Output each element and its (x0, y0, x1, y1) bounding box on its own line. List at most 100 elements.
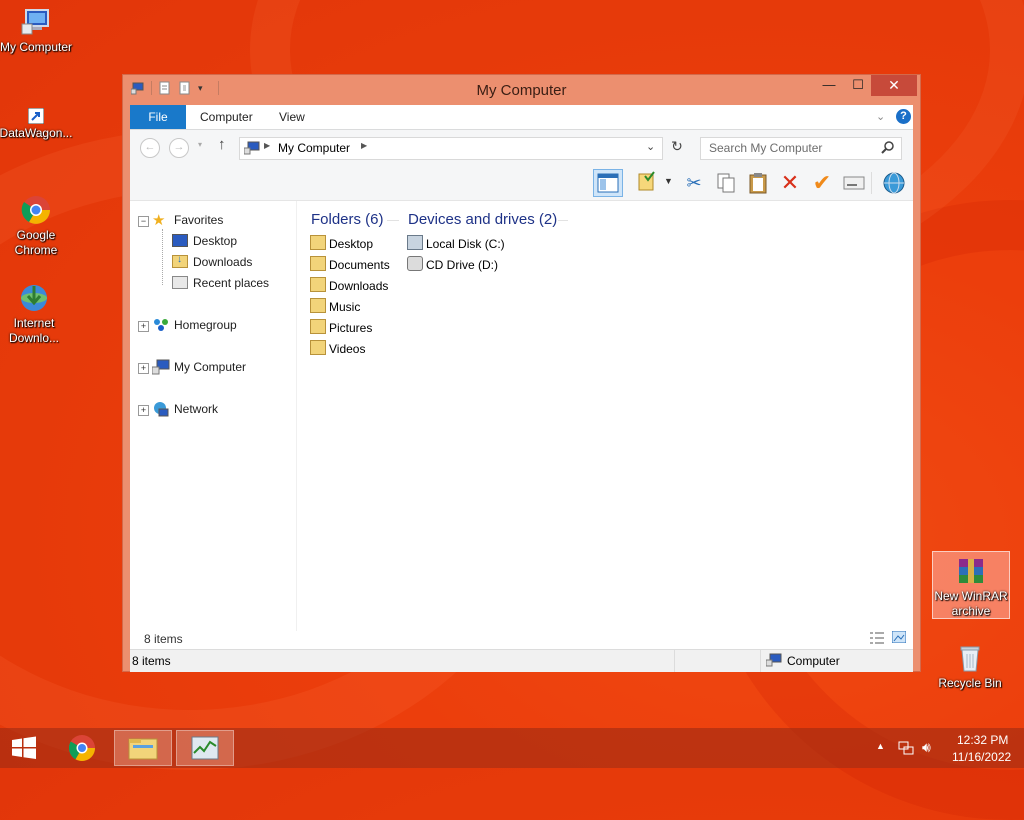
drives-group-title[interactable]: Devices and drives (2) (408, 211, 557, 228)
desktop-icon-recycle-bin[interactable]: Recycle Bin (932, 642, 1008, 691)
expand-homegroup-toggle[interactable]: + (138, 321, 149, 332)
desktop-icon-my-computer[interactable]: My Computer (0, 6, 74, 55)
tab-file[interactable]: File (130, 105, 186, 129)
recent-locations-chevron-icon[interactable]: ▾ (198, 140, 202, 149)
title-bar[interactable]: ▾ My Computer — ☐ ✕ (123, 75, 920, 105)
desktop-icon-google-chrome[interactable]: Google Chrome (0, 194, 74, 258)
folder-icon (310, 298, 326, 313)
list-item-videos[interactable]: Videos (310, 339, 365, 359)
large-icons-view-icon[interactable] (891, 630, 907, 646)
status-item-count: 8 items (132, 654, 171, 668)
task-manager-icon (191, 736, 219, 760)
properties-button[interactable] (635, 170, 661, 196)
breadcrumb[interactable]: My Computer (278, 141, 350, 155)
details-view-icon[interactable] (870, 632, 884, 647)
window-client: File Computer View ⌄ ? ← → ▾ ↑ ▶ My Comp… (130, 105, 913, 672)
start-button[interactable] (0, 730, 48, 766)
desktop-icon-label: My Computer (0, 40, 73, 54)
show-hidden-icons-icon[interactable]: ▲ (876, 741, 885, 751)
list-item-downloads[interactable]: Downloads (310, 276, 388, 296)
address-row: ← → ▾ ↑ ▶ My Computer ▶ ⌄ ↻ Search My Co… (130, 130, 913, 166)
clock-time[interactable]: 12:32 PM (957, 733, 1008, 747)
file-explorer-icon (128, 738, 158, 760)
download-manager-icon (18, 282, 50, 314)
expand-my-computer-toggle[interactable]: + (138, 363, 149, 374)
status-location: Computer (787, 654, 840, 668)
desktop-icon (172, 234, 188, 247)
up-arrow-icon[interactable]: ↑ (218, 136, 226, 153)
navigation-pane: − ★ Favorites Desktop ↓ Downloads Recent… (130, 201, 297, 631)
volume-icon[interactable]: 🔊︎ (922, 739, 931, 756)
properties-dropdown-chevron-icon[interactable]: ▼ (664, 176, 673, 186)
forward-button[interactable]: → (169, 138, 189, 158)
search-input[interactable]: Search My Computer (700, 137, 902, 160)
rename-button[interactable]: ✔ (809, 170, 835, 196)
computer-icon (243, 141, 260, 155)
sidebar-item-homegroup[interactable]: Homegroup (174, 315, 237, 335)
list-item-local-disk-c[interactable]: Local Disk (C:) (407, 234, 505, 254)
folders-group-divider (387, 220, 399, 221)
desktop-icon-label: Recycle Bin (938, 676, 1002, 690)
sidebar-item-favorites[interactable]: Favorites (174, 210, 223, 230)
desktop-icon-internet-download-manager[interactable]: Internet Downlo... (0, 282, 72, 346)
copy-button[interactable] (713, 170, 739, 196)
list-item-documents[interactable]: Documents (310, 255, 390, 275)
windows-logo-icon (12, 736, 36, 759)
network-status-icon[interactable] (898, 740, 914, 759)
collapse-favorites-toggle[interactable]: − (138, 216, 149, 227)
delete-button[interactable]: ✕ (777, 170, 803, 196)
folders-group-title[interactable]: Folders (6) (311, 211, 384, 228)
expand-ribbon-chevron-icon[interactable]: ⌄ (876, 110, 885, 123)
computer-icon (20, 6, 52, 38)
taskbar-file-explorer[interactable] (114, 730, 172, 766)
content-area: Folders (6) Devices and drives (2) Deskt… (302, 201, 912, 631)
explorer-window: ▾ My Computer — ☐ ✕ File Computer View ⌄… (122, 74, 921, 672)
help-icon[interactable]: ? (896, 109, 911, 124)
tab-computer[interactable]: Computer (200, 105, 253, 129)
expand-network-toggle[interactable]: + (138, 405, 149, 416)
search-placeholder: Search My Computer (709, 141, 823, 155)
sidebar-item-network[interactable]: Network (174, 399, 218, 419)
back-button[interactable]: ← (140, 138, 160, 158)
cut-button[interactable]: ✂ (681, 170, 707, 196)
minimize-button[interactable]: — (814, 75, 844, 96)
close-button[interactable]: ✕ (871, 75, 917, 96)
breadcrumb-separator-icon[interactable]: ▶ (361, 141, 367, 150)
command-toolbar: ▼ ✂ ✕ ✔ (130, 166, 913, 201)
desktop-icon-label: New WinRAR archive (934, 589, 1008, 618)
status-bar: 8 items Computer (130, 649, 913, 672)
maximize-button[interactable]: ☐ (843, 75, 873, 96)
desktop-icon-label: Internet Downlo... (8, 316, 60, 345)
recycle-bin-icon (954, 642, 986, 674)
address-history-chevron-icon[interactable]: ⌄ (646, 140, 655, 153)
sidebar-item-downloads[interactable]: Downloads (193, 252, 252, 272)
sidebar-item-recent-places[interactable]: Recent places (193, 273, 269, 293)
paste-button[interactable] (745, 170, 771, 196)
search-icon[interactable] (881, 140, 895, 157)
sidebar-item-desktop[interactable]: Desktop (193, 231, 237, 251)
taskbar-task-manager[interactable] (176, 730, 234, 766)
list-item-music[interactable]: Music (310, 297, 360, 317)
folder-icon (310, 256, 326, 271)
list-item-pictures[interactable]: Pictures (310, 318, 372, 338)
desktop-icon-label: DataWagon... (0, 126, 73, 140)
preview-pane-button[interactable] (593, 169, 623, 197)
desktop-icon-datawagon[interactable]: DataWagon... (0, 107, 74, 141)
network-globe-button[interactable] (881, 170, 907, 196)
refresh-icon[interactable]: ↻ (668, 138, 686, 156)
list-item-desktop[interactable]: Desktop (310, 234, 373, 254)
clock-date[interactable]: 11/16/2022 (952, 750, 1011, 764)
list-item-cd-drive-d[interactable]: CD Drive (D:) (407, 255, 498, 275)
hard-drive-icon (407, 235, 423, 250)
address-bar[interactable]: ▶ My Computer ▶ ⌄ (239, 137, 663, 160)
tab-view[interactable]: View (279, 105, 305, 129)
map-drive-button[interactable] (841, 170, 867, 196)
details-bar: 8 items (130, 627, 913, 649)
sidebar-item-my-computer[interactable]: My Computer (174, 357, 246, 377)
system-tray: ▲ 🔊︎ 12:32 PM 11/16/2022 (870, 728, 1024, 768)
folder-icon (310, 340, 326, 355)
desktop-icon-new-winrar-archive[interactable]: New WinRAR archive (932, 551, 1010, 619)
taskbar-chrome[interactable] (53, 730, 111, 766)
winrar-archive-icon (955, 555, 987, 587)
breadcrumb-separator-icon[interactable]: ▶ (264, 141, 270, 150)
